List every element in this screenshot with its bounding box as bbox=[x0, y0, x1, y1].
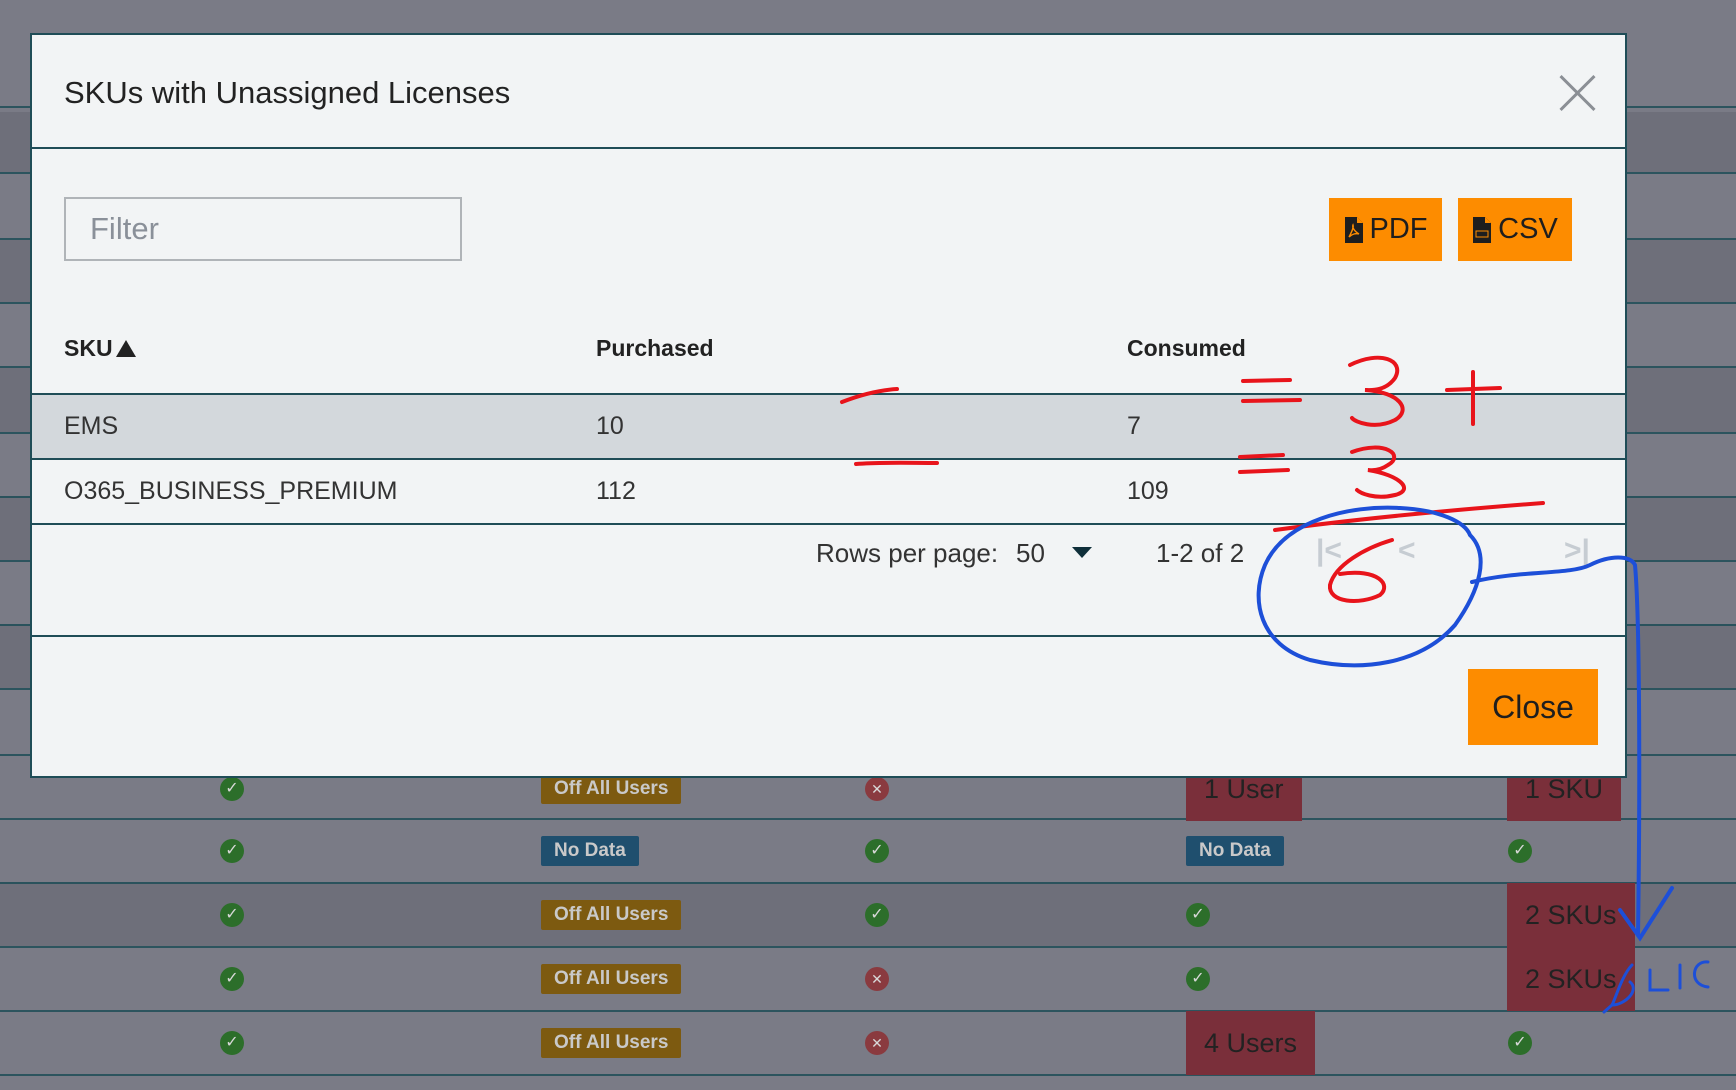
column-header-purchased[interactable]: Purchased bbox=[596, 335, 714, 362]
status-badge: No Data bbox=[1186, 836, 1284, 866]
close-button[interactable]: Close bbox=[1468, 669, 1598, 745]
status-badge: No Data bbox=[541, 836, 639, 866]
modal-footer-divider bbox=[32, 635, 1625, 637]
modal-title: SKUs with Unassigned Licenses bbox=[64, 75, 511, 110]
rows-per-page-label: Rows per page: bbox=[816, 538, 999, 568]
sku-count-pill[interactable]: 2 SKUs bbox=[1507, 947, 1635, 1011]
filter-input[interactable] bbox=[64, 197, 462, 261]
table-divider bbox=[32, 523, 1625, 525]
check-icon: ✓ bbox=[865, 903, 889, 927]
close-icon[interactable] bbox=[1557, 73, 1597, 113]
previous-page-icon[interactable]: < bbox=[1398, 534, 1416, 568]
cell-purchased: 10 bbox=[596, 412, 624, 440]
csv-file-icon bbox=[1473, 216, 1492, 243]
export-csv-button[interactable]: CSV bbox=[1458, 198, 1572, 261]
column-header-sku[interactable]: SKU bbox=[64, 335, 136, 362]
check-icon: ✓ bbox=[1508, 1031, 1532, 1055]
export-pdf-button[interactable]: PDF bbox=[1329, 198, 1442, 261]
caret-down-icon[interactable] bbox=[1072, 547, 1092, 558]
x-icon: ✕ bbox=[865, 1031, 889, 1055]
status-badge: Off All Users bbox=[541, 964, 682, 994]
cell-purchased: 112 bbox=[596, 477, 636, 505]
status-badge: Off All Users bbox=[541, 1028, 682, 1058]
status-badge: Off All Users bbox=[541, 900, 682, 930]
rows-per-page-select[interactable]: 50 bbox=[1016, 538, 1045, 569]
export-pdf-label: PDF bbox=[1369, 213, 1428, 245]
check-icon: ✓ bbox=[1186, 903, 1210, 927]
first-page-icon[interactable]: |< bbox=[1316, 534, 1342, 568]
column-header-sku-label: SKU bbox=[64, 335, 113, 361]
sku-count-pill[interactable]: 2 SKUs bbox=[1507, 883, 1635, 947]
check-icon: ✓ bbox=[220, 967, 244, 991]
bg-table-row[interactable]: ✓ No Data ✓ No Data ✓ bbox=[0, 819, 1736, 883]
x-icon: ✕ bbox=[865, 777, 889, 801]
pdf-file-icon bbox=[1344, 216, 1363, 243]
cell-sku: EMS bbox=[64, 412, 119, 440]
x-icon: ✕ bbox=[865, 967, 889, 991]
modal-header: SKUs with Unassigned Licenses bbox=[32, 35, 1625, 149]
pagination-range: 1-2 of 2 bbox=[1156, 538, 1245, 568]
bg-table-row[interactable]: ✓ Off All Users ✕ 4 Users ✓ bbox=[0, 1011, 1736, 1075]
check-icon: ✓ bbox=[1186, 967, 1210, 991]
cell-consumed: 109 bbox=[1127, 477, 1169, 505]
export-csv-label: CSV bbox=[1498, 213, 1558, 245]
skus-unassigned-modal: SKUs with Unassigned Licenses PDF CSV SK… bbox=[30, 33, 1627, 778]
table-row[interactable]: EMS 10 7 bbox=[32, 395, 1625, 458]
check-icon: ✓ bbox=[1508, 839, 1532, 863]
last-page-icon[interactable]: >| bbox=[1564, 534, 1590, 568]
check-icon: ✓ bbox=[220, 839, 244, 863]
users-count-pill[interactable]: 4 Users bbox=[1186, 1011, 1316, 1075]
status-badge: Off All Users bbox=[541, 774, 682, 804]
check-icon: ✓ bbox=[865, 839, 889, 863]
bg-table-row[interactable]: ✓ Off All Users ✕ ✓ 2 SKUs bbox=[0, 947, 1736, 1011]
table-row[interactable]: O365_BUSINESS_PREMIUM 112 109 bbox=[32, 460, 1625, 523]
cell-sku: O365_BUSINESS_PREMIUM bbox=[64, 477, 398, 505]
cell-consumed: 7 bbox=[1127, 412, 1141, 440]
sort-ascending-icon bbox=[115, 340, 136, 357]
check-icon: ✓ bbox=[220, 777, 244, 801]
bg-table-row[interactable]: ✓ Off All Users ✓ ✓ 2 SKUs bbox=[0, 883, 1736, 947]
check-icon: ✓ bbox=[220, 1031, 244, 1055]
check-icon: ✓ bbox=[220, 903, 244, 927]
column-header-consumed[interactable]: Consumed bbox=[1127, 335, 1246, 362]
